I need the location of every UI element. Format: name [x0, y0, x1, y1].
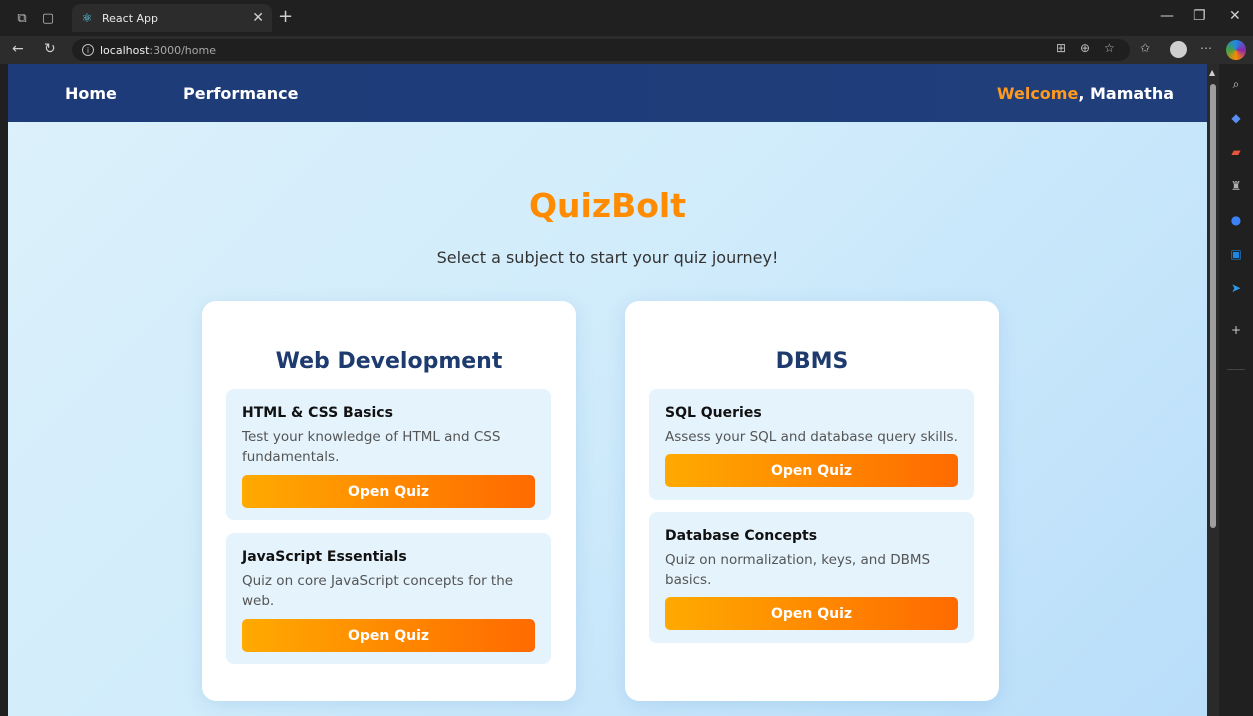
welcome-user: , Mamatha — [1078, 84, 1174, 103]
close-window-icon[interactable]: ✕ — [1229, 8, 1241, 24]
subject-card-dbms: DBMS SQL Queries Assess your SQL and dat… — [625, 301, 999, 701]
refresh-icon[interactable]: ↻ — [44, 41, 56, 57]
scroll-thumb[interactable] — [1210, 84, 1216, 528]
quiz-name: HTML & CSS Basics — [242, 405, 393, 421]
tab-actions-icon[interactable]: ▢ — [40, 10, 56, 26]
restore-icon[interactable]: ❐ — [1193, 8, 1206, 24]
nav-home-link[interactable]: Home — [65, 84, 117, 103]
scroll-up-icon[interactable]: ▲ — [1209, 68, 1215, 77]
open-quiz-button[interactable]: Open Quiz — [665, 597, 958, 630]
page-subtitle: Select a subject to start your quiz jour… — [436, 248, 779, 267]
quiz-item: JavaScript Essentials Quiz on core JavaS… — [226, 533, 551, 664]
subject-title: DBMS — [775, 349, 849, 374]
profile-avatar[interactable] — [1170, 41, 1187, 58]
copilot-side-icon[interactable]: ● — [1228, 212, 1244, 228]
browser-tabbar: ⧉ ▢ ⚛ React App ✕ + — ❐ ✕ — [0, 0, 1253, 36]
quiz-name: JavaScript Essentials — [242, 549, 407, 565]
sidebar-divider — [1227, 369, 1245, 370]
favorite-star-icon[interactable]: ☆ — [1104, 41, 1115, 55]
minimize-icon[interactable]: — — [1160, 8, 1174, 24]
quiz-description: Test your knowledge of HTML and CSS fund… — [242, 429, 501, 465]
copilot-icon[interactable] — [1226, 40, 1246, 60]
address-toolbar: ← ↻ i localhost:3000/home ⊞ ⊕ ☆ ✩ ⋯ — [0, 36, 1253, 64]
zoom-icon[interactable]: ⊕ — [1080, 41, 1090, 55]
open-quiz-button[interactable]: Open Quiz — [665, 454, 958, 487]
welcome-word: Welcome — [996, 84, 1079, 103]
open-quiz-button[interactable]: Open Quiz — [242, 619, 535, 652]
edge-sidebar: ⌕ ◆ ▰ ♜ ● ▣ ➤ + — [1219, 64, 1253, 716]
quiz-item: Database Concepts Quiz on normalization,… — [649, 512, 974, 643]
more-menu-icon[interactable]: ⋯ — [1200, 41, 1212, 55]
tab-close-icon[interactable]: ✕ — [252, 10, 264, 26]
subject-title: Web Development — [275, 349, 503, 374]
url-path: :3000/home — [149, 43, 216, 57]
react-favicon-icon: ⚛ — [81, 11, 93, 25]
app-navbar: Home Performance Welcome, Mamatha — [8, 64, 1207, 122]
add-sidebar-icon[interactable]: + — [1228, 322, 1244, 338]
shopping-tag-icon[interactable]: ◆ — [1228, 110, 1244, 126]
welcome-message: Welcome, Mamatha — [997, 84, 1174, 103]
outlook-icon[interactable]: ▣ — [1228, 246, 1244, 262]
nav-performance-link[interactable]: Performance — [183, 84, 299, 103]
tools-icon[interactable]: ▰ — [1228, 144, 1244, 160]
workspaces-icon[interactable]: ⧉ — [14, 10, 30, 26]
games-icon[interactable]: ♜ — [1228, 178, 1244, 194]
split-screen-icon[interactable]: ⊞ — [1056, 41, 1066, 55]
search-icon[interactable]: ⌕ — [1228, 76, 1244, 92]
quiz-description: Assess your SQL and database query skill… — [665, 429, 958, 445]
quiz-item: HTML & CSS Basics Test your knowledge of… — [226, 389, 551, 520]
tab-title: React App — [102, 11, 159, 25]
page-title: QuizBolt — [529, 186, 686, 225]
quiz-description: Quiz on core JavaScript concepts for the… — [242, 573, 514, 609]
quiz-name: Database Concepts — [665, 528, 818, 544]
quiz-name: SQL Queries — [665, 405, 762, 421]
address-bar[interactable]: i localhost:3000/home — [72, 39, 1130, 61]
browser-tab[interactable]: ⚛ React App ✕ — [72, 4, 272, 32]
subject-card-web-development: Web Development HTML & CSS Basics Test y… — [202, 301, 576, 701]
quiz-description: Quiz on normalization, keys, and DBMS ba… — [665, 552, 931, 588]
back-icon[interactable]: ← — [12, 41, 24, 57]
site-info-icon[interactable]: i — [82, 44, 94, 56]
new-tab-icon[interactable]: + — [278, 6, 293, 27]
favorites-icon[interactable]: ✩ — [1140, 41, 1150, 55]
page-viewport: Home Performance Welcome, Mamatha QuizBo… — [8, 64, 1207, 716]
open-quiz-button[interactable]: Open Quiz — [242, 475, 535, 508]
quiz-item: SQL Queries Assess your SQL and database… — [649, 389, 974, 500]
telegram-icon[interactable]: ➤ — [1228, 280, 1244, 296]
page-scrollbar[interactable]: ▲ — [1207, 64, 1219, 716]
url-host: localhost — [100, 43, 150, 57]
